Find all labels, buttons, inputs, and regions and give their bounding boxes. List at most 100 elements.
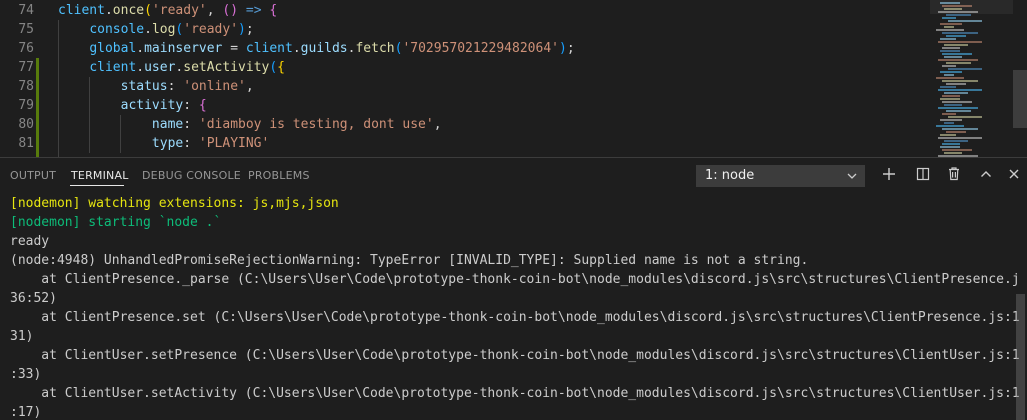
code-line[interactable]: 74 client.once('ready', () => { (0, 1, 925, 20)
minimap-line (938, 89, 982, 91)
minimap-line (942, 101, 972, 103)
new-terminal-button[interactable] (879, 166, 899, 186)
code-token: ) (238, 22, 246, 37)
code-text: name: 'diamboy is testing, dont use', (58, 115, 442, 134)
code-token: mainserver (144, 41, 223, 56)
code-token: client (89, 60, 137, 75)
terminal-scrollbar[interactable] (1013, 194, 1027, 420)
minimap-line (940, 50, 960, 52)
code-token: 'PLAYING' (198, 136, 270, 151)
minimap-line (948, 68, 982, 70)
code-token: , (245, 79, 254, 94)
terminal-line: at ClientPresence.set (C:\Users\User\Cod… (10, 310, 1020, 325)
maximize-panel-button[interactable] (976, 166, 996, 186)
editor-scrollbar[interactable] (1013, 0, 1027, 157)
line-number: 80 (18, 117, 34, 132)
code-token: fetch (355, 41, 395, 56)
minimap-line (946, 110, 971, 112)
code-token: global (89, 41, 137, 56)
modified-lines-indicator (36, 58, 39, 157)
chevron-down-icon (846, 166, 858, 192)
terminal-instance-select[interactable]: 1: node (696, 165, 865, 187)
code-line[interactable]: 75 console.log('ready'); (0, 20, 925, 39)
code-token: log (151, 22, 176, 37)
code-token: console (89, 22, 145, 37)
code-token: { (269, 3, 278, 18)
terminal-line: :33) (10, 367, 42, 382)
minimap-line (942, 113, 956, 115)
minimap-line (942, 47, 960, 49)
code-token: , (433, 117, 442, 132)
minimap-line (944, 74, 954, 76)
code-token: once (112, 3, 145, 18)
active-tab-indicator (70, 185, 124, 186)
code-token: . (104, 3, 113, 18)
minimap-line (948, 116, 982, 118)
tab-terminal[interactable]: TERMINAL (71, 158, 129, 194)
split-icon (916, 167, 930, 185)
indent-guide (89, 77, 90, 153)
code-line[interactable]: 81 type: 'PLAYING' (0, 134, 925, 153)
code-token: setActivity (183, 60, 270, 75)
minimap-line (942, 80, 978, 82)
code-token: : (167, 79, 184, 94)
minimap-line (946, 83, 966, 85)
close-panel-button[interactable] (1004, 166, 1024, 186)
line-number: 76 (18, 41, 34, 56)
terminal-output[interactable]: [nodemon] watching extensions: js,mjs,js… (10, 194, 1020, 420)
code-token: : (183, 136, 199, 151)
minimap-line (940, 86, 956, 88)
terminal-line: [nodemon] starting `node .` (10, 215, 222, 230)
terminal-line: :17) (10, 405, 42, 420)
tab-debug-console[interactable]: DEBUG CONSOLE (142, 158, 241, 194)
split-terminal-button[interactable] (913, 166, 933, 186)
code-line[interactable]: 76 global.mainserver = client.guilds.fet… (0, 39, 925, 58)
code-line[interactable]: 79 activity: { (0, 96, 925, 115)
code-token: 'online' (183, 79, 246, 94)
line-number: 79 (18, 98, 34, 113)
terminal-select-value: 1: node (705, 168, 755, 183)
code-token: user (144, 60, 176, 75)
code-token: ) (558, 41, 567, 56)
code-token: ( (269, 60, 278, 75)
minimap-line (944, 26, 954, 28)
code-token: . (136, 60, 145, 75)
terminal-line: at ClientPresence._parse (C:\Users\User\… (10, 272, 1020, 287)
code-token: '702957021229482064' (402, 41, 559, 56)
code-token: . (144, 22, 152, 37)
minimap-line (946, 131, 966, 133)
code-token: { (198, 98, 207, 113)
minimap-line (942, 5, 972, 7)
tab-problems[interactable]: PROBLEMS (248, 158, 310, 194)
minimap[interactable] (930, 0, 1012, 157)
minimap-line (940, 23, 962, 25)
terminal-scroll-thumb[interactable] (1016, 294, 1025, 420)
code-editor[interactable]: 74 client.once('ready', () => {75 console… (0, 0, 1027, 157)
minimap-line (938, 59, 978, 61)
code-line[interactable]: 78 status: 'online', (0, 77, 925, 96)
minimap-line (938, 137, 982, 139)
minimap-line (944, 8, 962, 10)
minimap-line (942, 65, 956, 67)
code-text: client.once('ready', () => { (58, 1, 277, 20)
tab-output[interactable]: OUTPUT (10, 158, 56, 194)
line-number: 81 (18, 136, 34, 151)
minimap-line (942, 95, 960, 97)
code-token: ; (245, 22, 254, 37)
kill-terminal-button[interactable] (944, 166, 964, 186)
code-token: status (120, 79, 168, 94)
terminal-line: 31) (10, 329, 34, 344)
editor-scroll-thumb[interactable] (1013, 70, 1027, 128)
minimap-line (938, 11, 978, 13)
code-line[interactable]: 77 client.user.setActivity({ (0, 58, 925, 77)
trash-icon (947, 167, 961, 185)
code-line[interactable]: 80 name: 'diamboy is testing, dont use', (0, 115, 925, 134)
code-token: . (292, 41, 301, 56)
minimap-line (944, 56, 962, 58)
code-token: 'diamboy is testing, dont use' (198, 117, 434, 132)
close-icon (1007, 167, 1021, 185)
minimap-line (944, 152, 962, 154)
code-token: () (222, 3, 239, 18)
